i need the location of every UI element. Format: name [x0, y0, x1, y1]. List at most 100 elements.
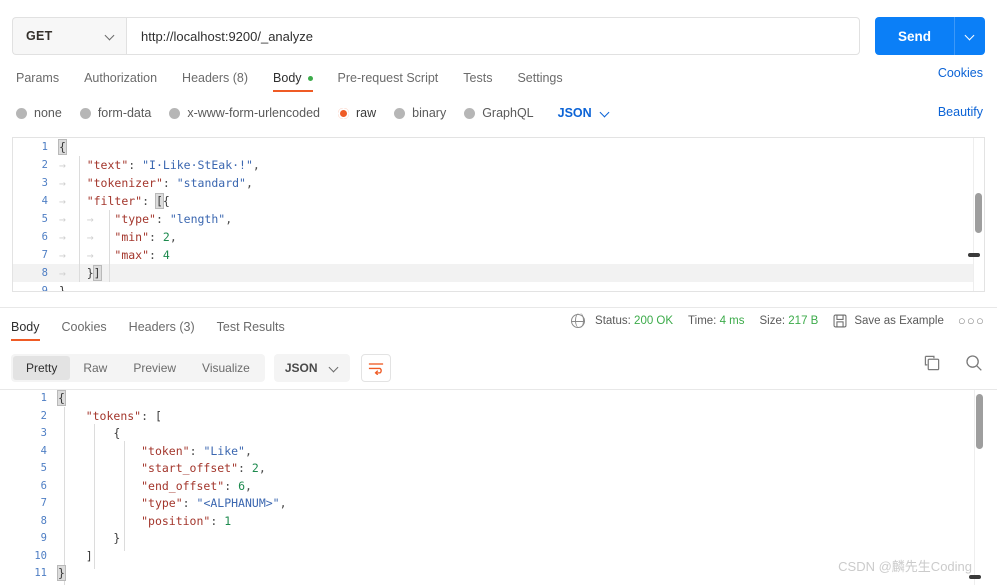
body-type-label: form-data [97, 106, 152, 120]
code-line-active: 8 → }] [13, 264, 984, 282]
body-type-form-data[interactable]: form-data [79, 106, 152, 120]
code-line: 8 "position": 1 [12, 513, 985, 531]
tab-params[interactable]: Params [16, 71, 59, 92]
radio-icon [169, 107, 181, 119]
response-tab-cookies[interactable]: Cookies [62, 320, 107, 341]
body-type-label: raw [356, 106, 377, 120]
search-button[interactable] [965, 354, 983, 372]
radio-icon [464, 107, 476, 119]
response-vertical-scrollbar[interactable] [976, 394, 983, 449]
body-type-urlencoded[interactable]: x-www-form-urlencoded [169, 106, 320, 120]
send-options-button[interactable] [954, 17, 985, 55]
response-tab-headers[interactable]: Headers (3) [129, 320, 195, 341]
line-number: 3 [41, 177, 48, 189]
body-type-label: x-www-form-urlencoded [187, 106, 320, 120]
save-as-example-button[interactable]: Save as Example [833, 314, 944, 328]
time-badge: Time: 4 ms [688, 315, 744, 327]
cookies-link[interactable]: Cookies [938, 66, 983, 80]
line-number: 6 [40, 479, 47, 492]
line-number: 8 [40, 514, 47, 527]
save-icon [833, 314, 847, 327]
line-number: 7 [41, 249, 48, 261]
time-label: Time: [688, 314, 717, 327]
view-preview[interactable]: Preview [120, 356, 189, 380]
code-line: 4 "token": "Like", [12, 443, 985, 461]
code-line: 2 → "text": "I·Like·StEak·!", [13, 156, 984, 174]
copy-icon [924, 355, 940, 370]
chevron-down-icon [966, 32, 975, 41]
body-type-none[interactable]: none [16, 106, 62, 120]
request-url-input[interactable]: http://localhost:9200/_analyze [126, 17, 860, 55]
tab-label: Settings [517, 71, 563, 85]
body-type-label: binary [412, 106, 447, 120]
response-tab-test-results[interactable]: Test Results [217, 320, 285, 341]
tab-label: Pre-request Script [337, 71, 439, 85]
code-line: 7 → → "max": 4 [13, 246, 984, 264]
body-type-binary[interactable]: binary [394, 106, 446, 120]
body-type-label: none [34, 106, 62, 120]
globe-icon [570, 313, 586, 328]
request-body-editor[interactable]: 1 { 2 → "text": "I·Like·StEak·!", 3 → "t… [12, 137, 985, 292]
line-number: 7 [40, 497, 47, 509]
view-raw[interactable]: Raw [70, 356, 120, 380]
save-as-example-label: Save as Example [854, 314, 944, 327]
tab-label: Params [16, 71, 60, 85]
code-line: 1 { [13, 138, 984, 156]
send-button[interactable]: Send [874, 17, 954, 55]
response-tab-body[interactable]: Body [11, 320, 40, 341]
view-pretty[interactable]: Pretty [13, 356, 71, 380]
body-modified-dot-icon [307, 75, 313, 81]
watermark: CSDN @麟先生Coding [838, 559, 972, 574]
response-status-bar: Status: 200 OK Time: 4 ms Size: 217 B Sa… [570, 313, 985, 328]
http-method-select[interactable]: GET [12, 17, 126, 55]
chevron-down-icon [330, 364, 339, 373]
body-type-row: none form-data x-www-form-urlencoded raw… [0, 98, 997, 128]
status-label: Status: [595, 314, 631, 327]
line-number: 5 [40, 462, 47, 474]
line-number: 6 [41, 231, 48, 243]
code-line: 2 "tokens": [ [12, 408, 985, 426]
line-number: 1 [41, 141, 48, 153]
send-group: Send [874, 17, 985, 55]
chevron-down-icon [106, 32, 115, 41]
code-line: 7 "type": "<ALPHANUM>", [12, 495, 985, 513]
status-value: 200 OK [634, 314, 674, 327]
tab-label: Test Results [216, 320, 285, 334]
line-number: 1 [40, 392, 47, 404]
tab-body[interactable]: Body [273, 71, 313, 92]
tab-label: Body [11, 320, 40, 334]
tab-settings[interactable]: Settings [517, 71, 562, 92]
response-format-select[interactable]: JSON [273, 354, 350, 382]
response-horizontal-scrollbar[interactable] [969, 575, 981, 579]
copy-button[interactable] [924, 355, 941, 372]
request-horizontal-scrollbar[interactable] [968, 253, 980, 257]
code-line: 3 { [12, 425, 985, 443]
tab-label: Tests [463, 71, 493, 85]
beautify-link[interactable]: Beautify [938, 105, 983, 119]
body-type-raw[interactable]: raw [338, 106, 376, 120]
code-line: 9 } [13, 282, 984, 291]
response-format-label: JSON [284, 361, 318, 375]
response-view-segmented-control: Pretty Raw Preview Visualize [11, 354, 265, 382]
tab-tests[interactable]: Tests [463, 71, 492, 92]
tab-headers[interactable]: Headers (8) [182, 71, 248, 92]
more-horizontal-icon[interactable]: ○○○ [958, 313, 985, 328]
line-number: 11 [34, 567, 47, 579]
request-code-area[interactable]: 1 { 2 → "text": "I·Like·StEak·!", 3 → "t… [13, 138, 984, 291]
radio-selected-icon [338, 107, 349, 119]
body-format-select[interactable]: JSON [558, 106, 610, 120]
wrap-text-button[interactable] [360, 354, 391, 382]
tab-authorization[interactable]: Authorization [84, 71, 157, 92]
view-visualize[interactable]: Visualize [189, 356, 263, 380]
radio-icon [394, 107, 406, 119]
tab-label: Body [273, 71, 302, 85]
code-line: 1 { [12, 390, 985, 408]
body-type-graphql[interactable]: GraphQL [464, 106, 534, 120]
tab-label: Headers (3) [128, 320, 195, 334]
response-view-toolbar: Pretty Raw Preview Visualize JSON [0, 348, 997, 388]
line-number: 2 [41, 159, 48, 171]
response-action-icons [900, 354, 983, 372]
tab-pre-request-script[interactable]: Pre-request Script [338, 71, 439, 92]
http-method-label: GET [26, 29, 53, 43]
request-vertical-scrollbar[interactable] [975, 193, 982, 233]
